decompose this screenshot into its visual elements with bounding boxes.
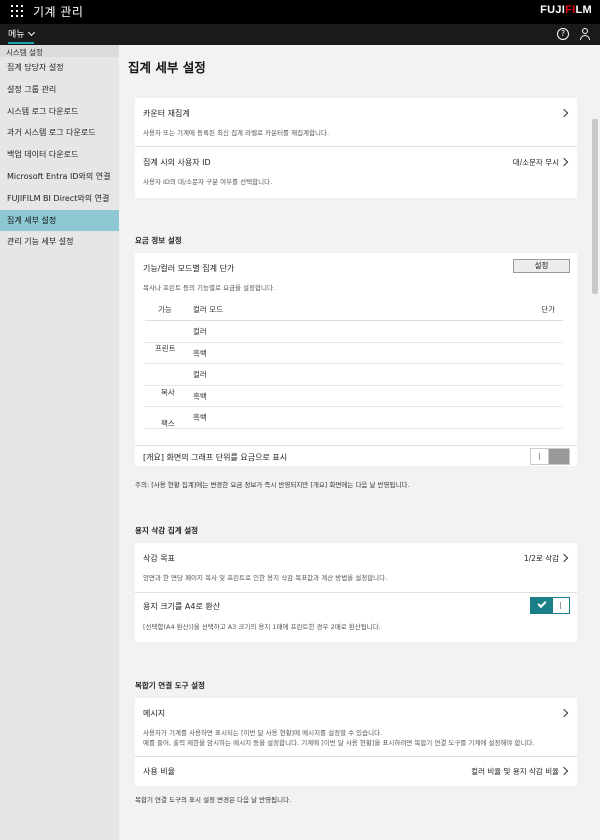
table-row: 흑백 <box>145 386 563 407</box>
message-desc-1: 사용자가 기계를 사용하면 표시되는 [이번 달 사용 현황]에 메시지를 설정… <box>143 729 383 737</box>
chevron-right-icon <box>559 108 569 118</box>
fee-mode-cell: 흑백 <box>193 413 207 422</box>
chevron-down-icon <box>27 28 35 37</box>
table-row: 흑백 <box>145 407 563 429</box>
usage-ratio-row[interactable]: 사용 비율 컬러 비율 및 용지 삭감 비율 <box>135 757 577 786</box>
sidebar-item-counter-manager[interactable]: 집계 담당자 설정 <box>0 57 119 79</box>
page-title: 집계 세부 설정 <box>128 60 206 75</box>
menu-bar: 메뉴 ? <box>0 24 600 45</box>
fee-row-title: 기능/컬러 모드별 집계 단가 <box>143 264 235 273</box>
userid-desc: 사용자 ID의 대/소문자 구분 여부를 선택합니다. <box>143 178 273 186</box>
sidebar-item-bi-direct[interactable]: FUJIFILM BI Direct와의 연결 <box>0 188 119 210</box>
app-title: 기계 관리 <box>33 5 84 19</box>
a4-convert-row: 용지 크기를 A4로 환산 [선택함(A4 환산)]을 선택하고 A3 크기의 … <box>135 593 577 642</box>
message-title: 메시지 <box>143 709 166 718</box>
user-icon[interactable] <box>579 28 591 41</box>
main-content: 집계 세부 설정 카운터 재집계 사용자 또는 기계에 등록된 최신 집계 라벨… <box>119 45 590 840</box>
fee-mode-cell: 흑백 <box>193 348 207 358</box>
chevron-right-icon <box>559 157 569 167</box>
a4-convert-title: 용지 크기를 A4로 환산 <box>143 602 221 611</box>
app-grid-icon[interactable] <box>11 5 23 17</box>
mfp-card: 메시지 사용자가 기계를 사용하면 표시되는 [이번 달 사용 현황]에 메시지… <box>135 698 577 786</box>
table-row: 컬러 <box>145 321 563 343</box>
userid-row[interactable]: 집계 시의 사용자 ID 사용자 ID의 대/소문자 구분 여부를 선택합니다.… <box>135 147 577 198</box>
fee-mode-cell: 흑백 <box>193 391 207 401</box>
usage-ratio-title: 사용 비율 <box>143 767 175 776</box>
reduction-target-desc: 양면과 한 면당 페이지 복사 및 프린트로 인한 용지 삭감 목표값과 계산 … <box>143 574 388 582</box>
userid-title: 집계 시의 사용자 ID <box>143 158 211 167</box>
sidebar-item-system-log[interactable]: 시스템 로그 다운로드 <box>0 101 119 123</box>
scrollbar-thumb[interactable] <box>592 119 598 294</box>
sidebar-group-label: 시스템 설정 <box>0 45 119 57</box>
menu-button[interactable]: 메뉴 <box>8 27 35 44</box>
fee-note: 주의: [사용 현황 집계]에는 변경한 요금 정보가 즉시 반영되지만 [개요… <box>135 481 410 489</box>
fee-mode-cell: 컬러 <box>193 327 207 336</box>
sidebar-item-past-system-log[interactable]: 과거 시스템 로그 다운로드 <box>0 122 119 144</box>
recount-row[interactable]: 카운터 재집계 사용자 또는 기계에 등록된 최신 집계 라벨로 카운터를 재집… <box>135 98 577 147</box>
table-row: 컬러 <box>145 364 563 386</box>
fee-row-desc: 복사나 프린트 등의 기능별로 요금을 설정합니다. <box>143 284 275 292</box>
table-row: 흑백 <box>145 343 563 364</box>
message-row[interactable]: 메시지 사용자가 기계를 사용하면 표시되는 [이번 달 사용 현황]에 메시지… <box>135 698 577 757</box>
sidebar-item-entra-id[interactable]: Microsoft Entra ID와의 연결 <box>0 166 119 188</box>
fee-section-title: 요금 정보 설정 <box>135 236 182 245</box>
help-icon[interactable]: ? <box>557 28 569 40</box>
sidebar-item-group-management[interactable]: 설정 그룹 관리 <box>0 79 119 101</box>
mfp-note: 복합기 연결 도구의 표시 설정 변경은 다음 날 반영됩니다. <box>135 796 292 804</box>
fee-header-price: 단가 <box>541 305 555 314</box>
fee-header-function: 기능 <box>158 305 172 314</box>
chevron-right-icon <box>559 708 569 718</box>
fee-card: 기능/컬러 모드별 집계 단가 복사나 프린트 등의 기능별로 요금을 설정합니… <box>135 253 577 466</box>
a4-convert-toggle[interactable] <box>530 597 570 614</box>
paper-section-title: 용지 삭감 집계 설정 <box>135 526 199 535</box>
fee-settings-button[interactable]: 설정 <box>513 259 570 273</box>
chevron-right-icon <box>559 766 569 776</box>
fee-mode-cell: 컬러 <box>193 370 207 379</box>
graph-unit-toggle[interactable] <box>530 448 570 465</box>
reduction-target-title: 삭감 목표 <box>143 554 175 563</box>
recount-desc: 사용자 또는 기계에 등록된 최신 집계 라벨로 카운터를 재집계합니다. <box>143 129 330 137</box>
top-bar: 기계 관리 FUJIFILM <box>0 0 600 24</box>
chevron-right-icon <box>559 553 569 563</box>
fee-table: 기능 컬러 모드 단가 컬러 흑백 컬러 흑백 흑백 프린트 복사 팩스 <box>145 299 563 429</box>
reduction-target-row[interactable]: 삭감 목표 양면과 한 면당 페이지 복사 및 프린트로 인한 용지 삭감 목표… <box>135 543 577 593</box>
usage-ratio-value: 컬러 비율 및 용지 삭감 비율 <box>471 767 559 776</box>
fujifilm-logo: FUJIFILM <box>540 4 592 16</box>
sidebar-item-admin-details[interactable]: 관리 기능 세부 설정 <box>0 231 119 253</box>
sidebar-item-counter-details[interactable]: 집계 세부 설정 <box>0 209 119 232</box>
fee-function-cell: 프린트 <box>155 344 176 353</box>
userid-value: 대/소문자 무시 <box>512 158 559 167</box>
recount-title: 카운터 재집계 <box>143 109 190 118</box>
sidebar: 시스템 설정 집계 담당자 설정 설정 그룹 관리 시스템 로그 다운로드 과거… <box>0 45 119 840</box>
graph-toggle-label: [개요] 화면의 그래프 단위를 요금으로 표시 <box>143 453 288 462</box>
mfp-section-title: 복합기 연결 도구 설정 <box>135 681 205 690</box>
reduction-target-value: 1/2로 삭감 <box>523 554 559 563</box>
paper-card: 삭감 목표 양면과 한 면당 페이지 복사 및 프린트로 인한 용지 삭감 목표… <box>135 543 577 642</box>
fee-function-cell: 복사 <box>161 388 175 397</box>
vertical-scrollbar[interactable] <box>590 45 600 840</box>
menu-label: 메뉴 <box>8 30 25 40</box>
message-desc-2: 예를 들어, 출력 제한을 암시하는 메시지 등을 설정합니다. 기계에 [이번… <box>143 739 535 747</box>
counter-card: 카운터 재집계 사용자 또는 기계에 등록된 최신 집계 라벨로 카운터를 재집… <box>135 98 577 198</box>
graph-toggle-row: [개요] 화면의 그래프 단위를 요금으로 표시 <box>135 445 577 466</box>
fee-header-mode: 컬러 모드 <box>193 305 223 314</box>
sidebar-item-backup[interactable]: 백업 데이터 다운로드 <box>0 144 119 166</box>
fee-table-header: 기능 컬러 모드 단가 <box>145 299 563 321</box>
fee-function-cell: 팩스 <box>161 419 175 428</box>
a4-convert-desc: [선택함(A4 환산)]을 선택하고 A3 크기의 용지 1매에 프린트한 경우… <box>143 623 381 631</box>
